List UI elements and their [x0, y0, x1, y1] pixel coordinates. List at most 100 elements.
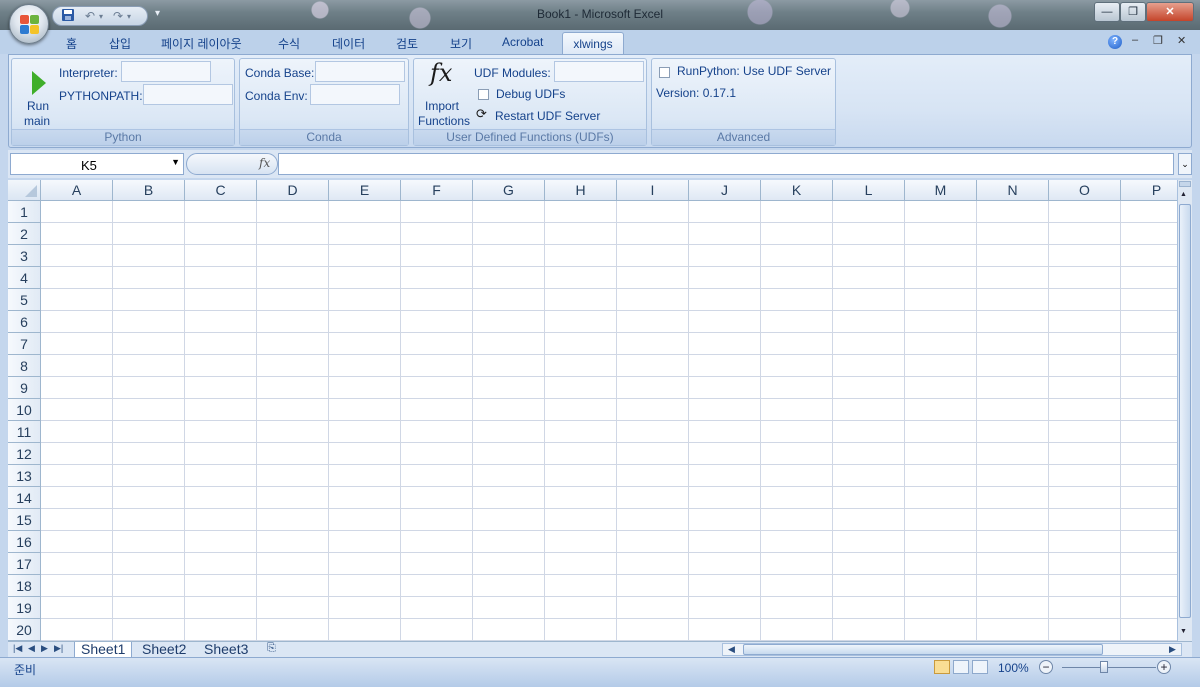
column-header[interactable]: E	[329, 180, 401, 201]
cell-grid[interactable]	[41, 201, 1177, 641]
zoom-in-icon[interactable]: +	[1157, 660, 1171, 674]
minimize-button[interactable]: —	[1094, 2, 1120, 22]
scroll-left-icon[interactable]: ◀	[728, 644, 735, 655]
tab-insert[interactable]: 삽입	[109, 35, 131, 52]
vertical-scroll-thumb[interactable]	[1179, 204, 1191, 618]
tab-home[interactable]: 홈	[66, 35, 77, 52]
debug-udfs-checkbox[interactable]	[478, 89, 489, 100]
scroll-right-icon[interactable]: ▶	[1169, 644, 1176, 655]
sheet-tab-sheet3[interactable]: Sheet3	[204, 642, 248, 658]
column-header[interactable]: D	[257, 180, 329, 201]
close-button[interactable]: ✕	[1146, 2, 1194, 22]
row-header[interactable]: 15	[8, 509, 41, 531]
tab-data[interactable]: 데이터	[332, 35, 365, 52]
restore-button[interactable]: ❐	[1120, 2, 1146, 22]
tab-formulas[interactable]: 수식	[278, 35, 300, 52]
column-header[interactable]: N	[977, 180, 1049, 201]
refresh-icon[interactable]: ⟳	[476, 106, 487, 122]
next-sheet-icon[interactable]: ▶	[41, 643, 48, 654]
run-main-label-2[interactable]: main	[24, 114, 50, 128]
name-box[interactable]: K5 ▼	[10, 153, 184, 175]
row-header[interactable]: 16	[8, 531, 41, 553]
column-header[interactable]: C	[185, 180, 257, 201]
zoom-slider-track[interactable]	[1062, 667, 1156, 668]
row-header[interactable]: 12	[8, 443, 41, 465]
column-header[interactable]: J	[689, 180, 761, 201]
column-header[interactable]: M	[905, 180, 977, 201]
split-handle[interactable]	[1179, 181, 1191, 187]
zoom-level[interactable]: 100%	[998, 661, 1029, 675]
udf-modules-field[interactable]	[554, 61, 644, 82]
workbook-minimize-button[interactable]: –	[1132, 34, 1138, 46]
column-header[interactable]: K	[761, 180, 833, 201]
insert-function-icon[interactable]: fx	[259, 156, 270, 170]
row-header[interactable]: 8	[8, 355, 41, 377]
horizontal-scrollbar[interactable]: ◀ ▶	[722, 643, 1182, 656]
import-functions-label-1[interactable]: Import	[425, 99, 459, 113]
row-header[interactable]: 11	[8, 421, 41, 443]
zoom-out-icon[interactable]: −	[1039, 660, 1053, 674]
row-header[interactable]: 10	[8, 399, 41, 421]
column-header[interactable]: L	[833, 180, 905, 201]
interpreter-field[interactable]	[121, 61, 211, 82]
pythonpath-field[interactable]	[143, 84, 233, 105]
scroll-up-icon[interactable]: ▲	[1180, 191, 1187, 198]
restart-udf-server-label[interactable]: Restart UDF Server	[495, 109, 600, 123]
tab-view[interactable]: 보기	[450, 35, 472, 52]
row-header[interactable]: 19	[8, 597, 41, 619]
runpython-udf-server-label[interactable]: RunPython: Use UDF Server	[677, 64, 831, 78]
runpython-udf-server-checkbox[interactable]	[659, 67, 670, 78]
vertical-scrollbar[interactable]: ▲ ▼	[1177, 180, 1192, 641]
row-header[interactable]: 4	[8, 267, 41, 289]
row-header[interactable]: 5	[8, 289, 41, 311]
function-icon[interactable]: fx	[430, 59, 452, 87]
column-header[interactable]: P	[1121, 180, 1177, 201]
sheet-tab-sheet1[interactable]: Sheet1	[74, 642, 133, 658]
row-header[interactable]: 9	[8, 377, 41, 399]
office-button[interactable]	[9, 4, 49, 44]
tab-acrobat[interactable]: Acrobat	[502, 35, 543, 49]
row-header[interactable]: 6	[8, 311, 41, 333]
normal-view-icon[interactable]	[934, 660, 950, 674]
formula-input[interactable]	[278, 153, 1174, 175]
tab-page-layout[interactable]: 페이지 레이아웃	[161, 35, 242, 52]
play-icon[interactable]	[32, 71, 46, 95]
row-header[interactable]: 18	[8, 575, 41, 597]
row-header[interactable]: 17	[8, 553, 41, 575]
workbook-restore-button[interactable]: ❐	[1153, 34, 1163, 47]
conda-base-field[interactable]	[315, 61, 405, 82]
help-icon[interactable]: ?	[1108, 35, 1122, 49]
page-layout-view-icon[interactable]	[953, 660, 969, 674]
sheet-tab-sheet2[interactable]: Sheet2	[142, 642, 186, 658]
column-header[interactable]: O	[1049, 180, 1121, 201]
column-header[interactable]: H	[545, 180, 617, 201]
tab-xlwings[interactable]: xlwings	[562, 32, 624, 55]
first-sheet-icon[interactable]: |◀	[13, 643, 22, 654]
tab-review[interactable]: 검토	[396, 35, 418, 52]
column-header[interactable]: A	[41, 180, 113, 201]
row-header[interactable]: 7	[8, 333, 41, 355]
column-header[interactable]: B	[113, 180, 185, 201]
select-all-button[interactable]	[8, 180, 41, 201]
chevron-down-icon[interactable]: ▼	[171, 157, 180, 167]
zoom-slider-thumb[interactable]	[1100, 661, 1108, 673]
horizontal-scroll-thumb[interactable]	[743, 644, 1103, 655]
insert-sheet-icon[interactable]: ⎘	[267, 642, 276, 655]
scroll-down-icon[interactable]: ▼	[1180, 628, 1187, 635]
prev-sheet-icon[interactable]: ◀	[28, 643, 35, 654]
expand-formula-bar-icon[interactable]: ⌄	[1178, 153, 1192, 175]
debug-udfs-label[interactable]: Debug UDFs	[496, 87, 565, 101]
column-header[interactable]: G	[473, 180, 545, 201]
column-header[interactable]: F	[401, 180, 473, 201]
row-header[interactable]: 1	[8, 201, 41, 223]
row-header[interactable]: 3	[8, 245, 41, 267]
page-break-view-icon[interactable]	[972, 660, 988, 674]
column-header[interactable]: I	[617, 180, 689, 201]
last-sheet-icon[interactable]: ▶|	[54, 643, 63, 654]
conda-env-field[interactable]	[310, 84, 400, 105]
row-header[interactable]: 2	[8, 223, 41, 245]
workbook-close-button[interactable]: ✕	[1177, 34, 1186, 47]
row-header[interactable]: 14	[8, 487, 41, 509]
run-main-label-1[interactable]: Run	[27, 99, 49, 113]
row-header[interactable]: 13	[8, 465, 41, 487]
